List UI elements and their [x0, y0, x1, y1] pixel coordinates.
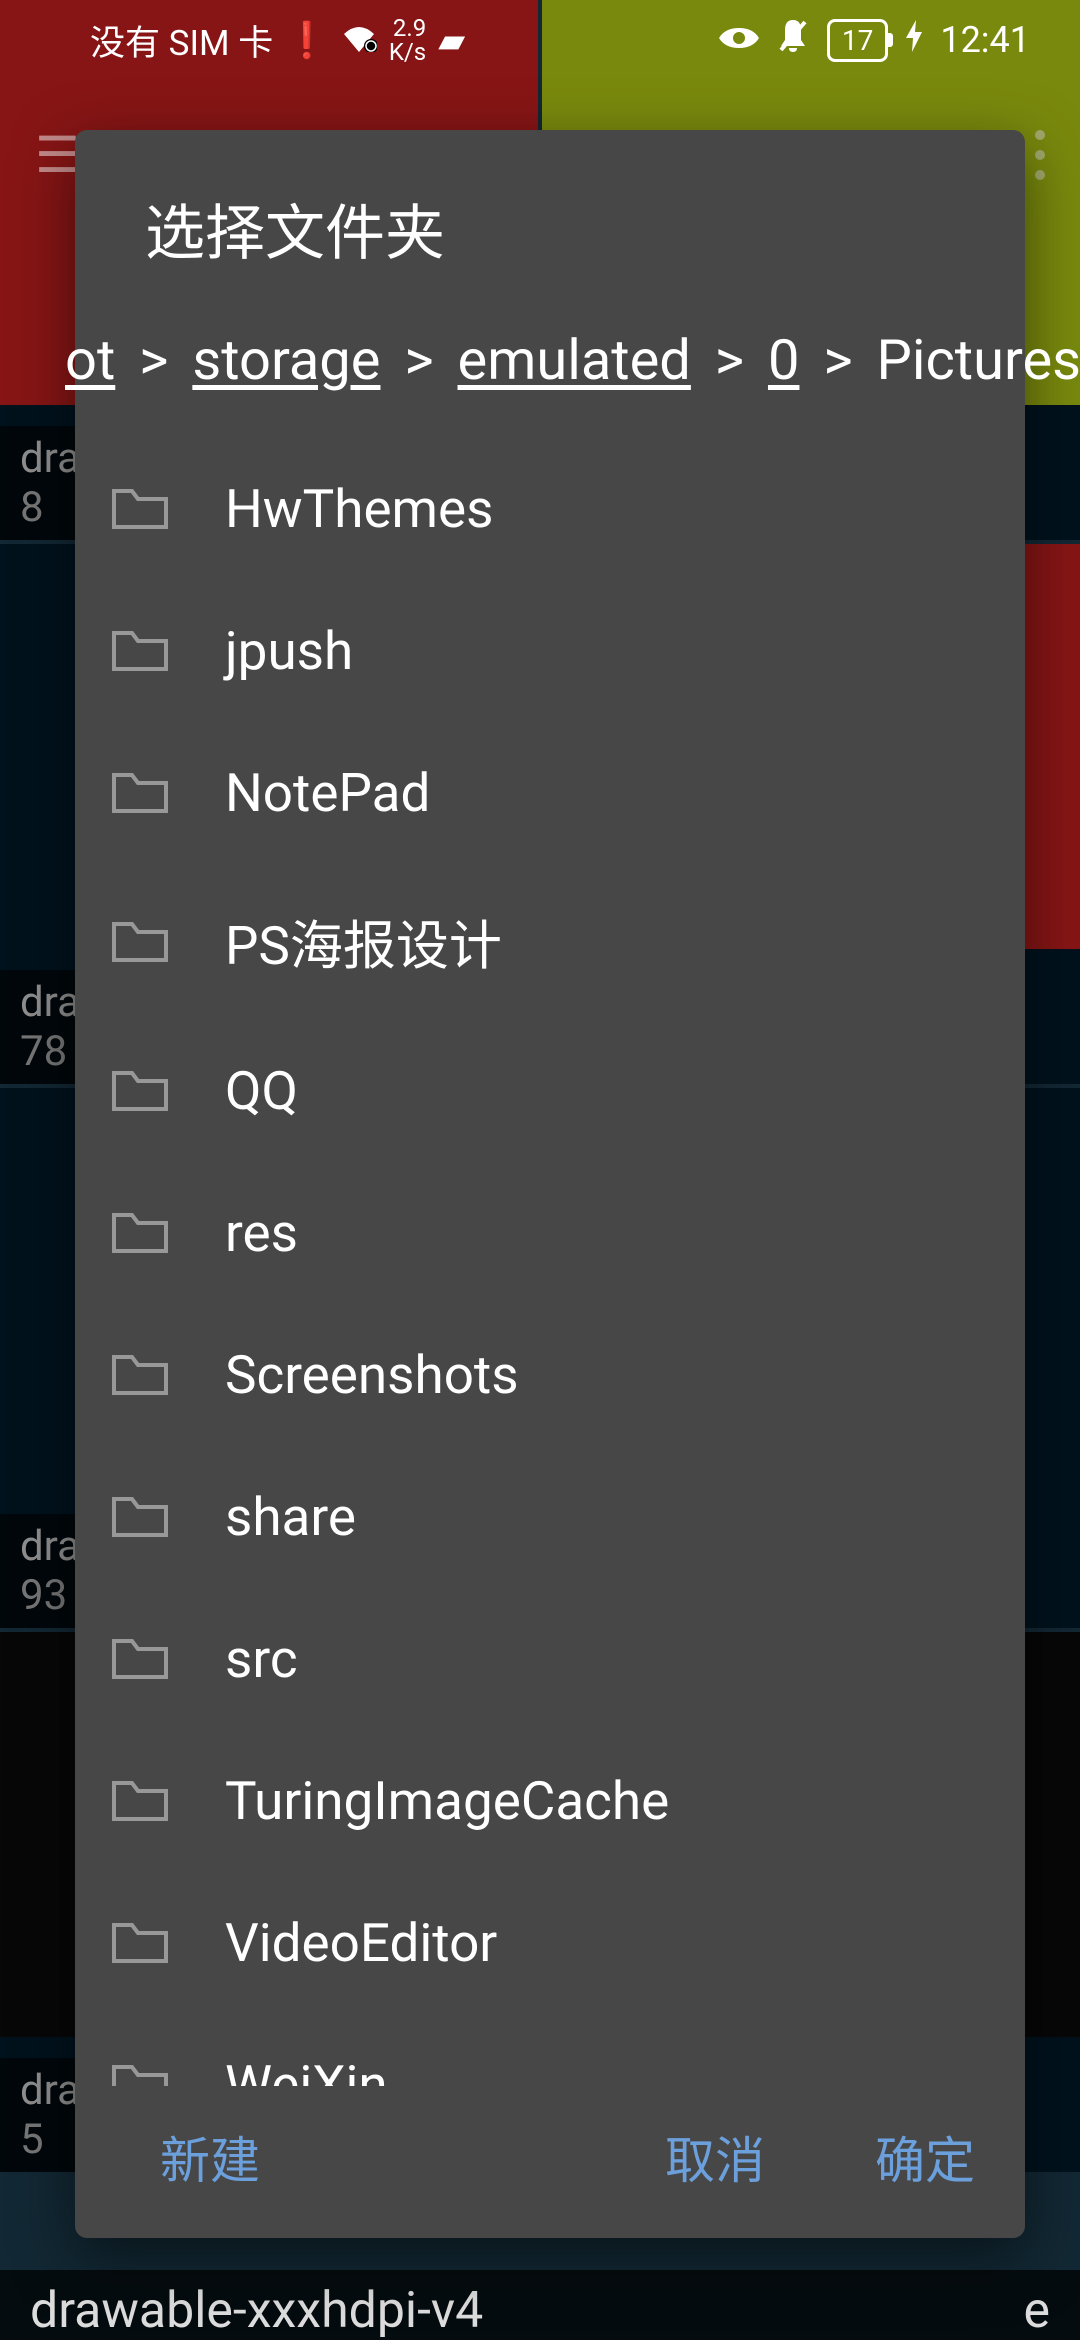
folder-name: NotePad — [225, 762, 430, 824]
dialog-actions: 新建 取消 确定 — [75, 2086, 1025, 2238]
folder-icon — [110, 1491, 170, 1543]
folder-item[interactable]: res — [75, 1162, 1025, 1304]
breadcrumb: ot > storage > emulated > 0 > Pictures — [65, 312, 1025, 428]
folder-item[interactable]: jpush — [75, 580, 1025, 722]
folder-item[interactable]: PS海报设计 — [75, 864, 1025, 1020]
menu-icon[interactable]: ☰ — [35, 126, 80, 185]
breadcrumb-separator: > — [139, 327, 168, 393]
breadcrumb-segment[interactable]: 0 — [768, 327, 799, 393]
breadcrumb-segment[interactable]: storage — [192, 327, 380, 393]
folder-item[interactable]: TuringImageCache — [75, 1730, 1025, 1872]
wifi-icon — [341, 20, 377, 61]
folder-icon — [110, 483, 170, 535]
folder-name: HwThemes — [225, 478, 494, 540]
folder-name: share — [225, 1486, 356, 1548]
folder-name: TuringImageCache — [225, 1770, 669, 1832]
folder-icon — [110, 625, 170, 677]
breadcrumb-segment[interactable]: emulated — [458, 327, 691, 393]
folder-name: WeiXin — [225, 2054, 388, 2086]
folder-name: PS海报设计 — [225, 904, 502, 980]
folder-icon — [110, 1775, 170, 1827]
more-options-icon[interactable] — [1035, 130, 1045, 180]
folder-item[interactable]: QQ — [75, 1020, 1025, 1162]
folder-name: VideoEditor — [225, 1912, 497, 1974]
charging-icon — [906, 19, 922, 61]
folder-name: Screenshots — [225, 1344, 519, 1406]
folder-item[interactable]: VideoEditor — [75, 1872, 1025, 2014]
breadcrumb-separator: > — [823, 327, 852, 393]
folder-item[interactable]: HwThemes — [75, 438, 1025, 580]
folder-icon — [110, 1349, 170, 1401]
dialog-title: 选择文件夹 — [75, 130, 1025, 312]
folder-name: jpush — [225, 620, 353, 682]
folder-name: src — [225, 1628, 298, 1690]
breadcrumb-current: Pictures — [877, 327, 1080, 393]
confirm-button[interactable]: 确定 — [875, 2121, 975, 2193]
folder-icon — [110, 1065, 170, 1117]
folder-icon — [110, 1207, 170, 1259]
folder-item[interactable]: share — [75, 1446, 1025, 1588]
folder-name: res — [225, 1202, 298, 1264]
folder-name: QQ — [225, 1060, 298, 1122]
clock: 12:41 — [940, 19, 1030, 61]
network-speed: 2.9 K/s — [389, 16, 426, 64]
folder-icon — [110, 2059, 170, 2086]
breadcrumb-separator: > — [404, 327, 433, 393]
folder-list[interactable]: HwThemes jpush NotePad PS海报设计 QQ res Screensho… — [75, 428, 1025, 2086]
hotspot-icon: ▰ — [438, 20, 465, 61]
folder-item[interactable]: Screenshots — [75, 1304, 1025, 1446]
folder-icon — [110, 767, 170, 819]
alert-icon: ❗ — [285, 20, 329, 61]
folder-item[interactable]: NotePad — [75, 722, 1025, 864]
folder-icon — [110, 1917, 170, 1969]
notification-muted-icon — [777, 18, 809, 63]
breadcrumb-separator: > — [715, 327, 744, 393]
folder-icon — [110, 916, 170, 968]
breadcrumb-segment[interactable]: ot — [65, 327, 115, 393]
cancel-button[interactable]: 取消 — [665, 2121, 765, 2193]
folder-item[interactable]: src — [75, 1588, 1025, 1730]
new-folder-button[interactable]: 新建 — [160, 2121, 260, 2193]
bottom-peek-label: drawable-xxxhdpi-v4 e — [0, 2270, 1080, 2340]
folder-picker-dialog: 选择文件夹 ot > storage > emulated > 0 > Pict… — [75, 130, 1025, 2238]
eye-icon — [719, 19, 759, 61]
status-bar: 没有 SIM 卡 ❗ 2.9 K/s ▰ 17 — [0, 0, 1080, 80]
sim-status: 没有 SIM 卡 — [90, 15, 273, 66]
battery-icon: 17 — [827, 19, 888, 62]
folder-icon — [110, 1633, 170, 1685]
folder-item[interactable]: WeiXin — [75, 2014, 1025, 2086]
